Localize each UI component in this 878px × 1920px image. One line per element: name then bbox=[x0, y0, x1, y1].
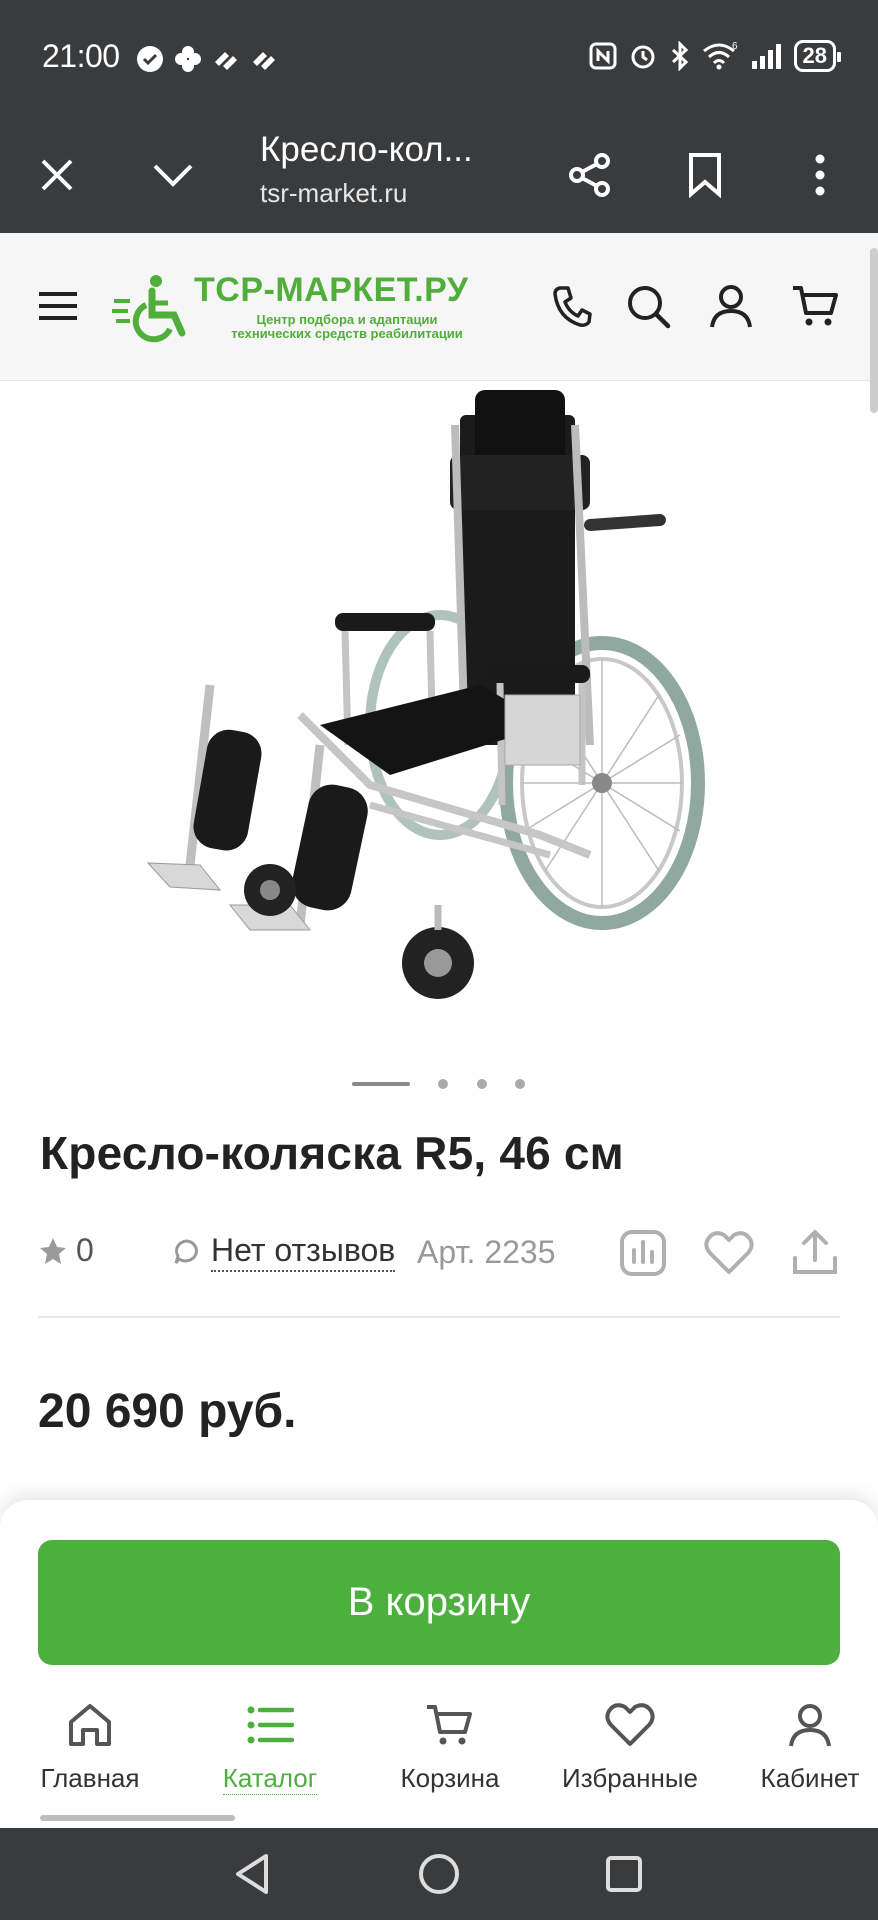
tab-home-label: Главная bbox=[40, 1763, 140, 1793]
phone-button[interactable] bbox=[544, 278, 600, 334]
page-scrollbar[interactable] bbox=[870, 248, 878, 413]
divider bbox=[38, 1316, 840, 1318]
notification-icons bbox=[135, 44, 279, 74]
logo-subtitle-line2: технических средств реабилитации bbox=[231, 326, 463, 341]
tab-catalog-label: Каталог bbox=[222, 1763, 318, 1795]
gallery-pagination bbox=[0, 1076, 878, 1089]
minimize-button[interactable] bbox=[128, 116, 218, 233]
cell-signal-icon bbox=[751, 44, 781, 69]
recents-square-icon bbox=[606, 1856, 642, 1892]
status-bar: 21:00 6 28 bbox=[0, 0, 878, 116]
user-icon bbox=[710, 285, 752, 328]
menu-button[interactable] bbox=[30, 278, 86, 334]
logo-subtitle-line1: Центр подбора и адаптации bbox=[256, 312, 438, 327]
nav-back-button[interactable] bbox=[222, 1844, 282, 1904]
browser-url[interactable]: tsr-market.ru bbox=[260, 178, 407, 209]
logo-subtitle: Центр подбора и адаптации технических ср… bbox=[202, 313, 492, 341]
rating: 0 bbox=[38, 1232, 94, 1269]
gallery-dot-3[interactable] bbox=[477, 1079, 487, 1089]
tab-account-label: Кабинет bbox=[760, 1763, 860, 1793]
gallery-dot-1[interactable] bbox=[352, 1082, 410, 1086]
site-header: ТСР-МАРКЕТ.РУ Центр подбора и адаптации … bbox=[0, 233, 878, 381]
chevron-down-icon bbox=[153, 164, 193, 187]
site-logo[interactable]: ТСР-МАРКЕТ.РУ Центр подбора и адаптации … bbox=[112, 271, 482, 345]
more-button[interactable] bbox=[775, 116, 865, 233]
bookmark-icon bbox=[689, 152, 721, 198]
cart-icon bbox=[427, 1705, 472, 1745]
system-navbar bbox=[0, 1828, 878, 1920]
wheelchair-logo-icon bbox=[112, 275, 186, 343]
tab-account[interactable]: Кабинет bbox=[725, 1695, 878, 1805]
back-triangle-icon bbox=[236, 1854, 268, 1894]
search-button[interactable] bbox=[620, 278, 676, 334]
browser-page-title[interactable]: Кресло-кол... bbox=[260, 130, 473, 170]
alarm-icon bbox=[631, 45, 655, 69]
signal-check-icon bbox=[253, 52, 275, 70]
share-icon bbox=[569, 152, 610, 197]
account-button[interactable] bbox=[703, 278, 759, 334]
compare-button[interactable] bbox=[616, 1226, 670, 1280]
reviews-label[interactable]: Нет отзывов bbox=[211, 1232, 396, 1272]
phone-icon bbox=[553, 286, 592, 327]
cart-icon bbox=[793, 286, 838, 326]
gallery-dot-4[interactable] bbox=[515, 1079, 525, 1089]
bookmark-button[interactable] bbox=[660, 116, 750, 233]
tab-home[interactable]: Главная bbox=[5, 1695, 175, 1805]
close-tab-button[interactable] bbox=[12, 116, 102, 233]
nfc-icon bbox=[589, 42, 617, 70]
tab-cart-label: Корзина bbox=[400, 1763, 500, 1793]
heart-icon bbox=[605, 1703, 655, 1746]
product-title: Кресло-коляска R5, 46 см bbox=[40, 1127, 624, 1179]
comment-icon bbox=[174, 1239, 198, 1264]
product-meta-row: 0 Нет отзывов Арт. 2235 bbox=[38, 1226, 838, 1282]
signal-check-icon bbox=[215, 52, 237, 70]
scroll-indicator bbox=[40, 1815, 235, 1821]
article-number: Арт. 2235 bbox=[417, 1234, 556, 1270]
gallery-dot-2[interactable] bbox=[438, 1079, 448, 1089]
bottom-sheet: В корзину Главная Каталог Корзина Избран… bbox=[0, 1500, 878, 1828]
tab-favorites-label: Избранные bbox=[562, 1763, 698, 1793]
tab-cart[interactable]: Корзина bbox=[365, 1695, 535, 1805]
heart-icon bbox=[704, 1231, 754, 1274]
bottom-tabbar: Главная Каталог Корзина Избранные Кабине… bbox=[0, 1695, 878, 1815]
cart-button[interactable] bbox=[787, 278, 843, 334]
clover-icon bbox=[175, 46, 201, 72]
add-to-cart-button[interactable]: В корзину bbox=[38, 1540, 840, 1665]
nav-home-button[interactable] bbox=[409, 1844, 469, 1904]
menu-icon bbox=[39, 292, 77, 320]
check-circle-icon bbox=[137, 46, 163, 72]
rating-value: 0 bbox=[76, 1232, 94, 1268]
home-circle-icon bbox=[419, 1854, 459, 1894]
close-icon bbox=[41, 159, 73, 190]
home-icon bbox=[69, 1704, 111, 1746]
system-icons: 6 28 bbox=[588, 40, 842, 72]
product-price: 20 690 руб. bbox=[38, 1385, 297, 1438]
battery-icon: 28 bbox=[793, 40, 842, 72]
wifi-6-icon: 6 bbox=[702, 41, 738, 70]
share-button[interactable] bbox=[545, 116, 635, 233]
screen: 21:00 6 28 Кресло-кол... tsr-market.ru Т… bbox=[0, 0, 878, 1920]
tab-catalog[interactable]: Каталог bbox=[185, 1695, 355, 1805]
list-icon bbox=[247, 1706, 294, 1744]
svg-text:6: 6 bbox=[732, 41, 738, 52]
share-product-button[interactable] bbox=[788, 1226, 842, 1280]
bluetooth-icon bbox=[671, 41, 688, 71]
nav-recents-button[interactable] bbox=[594, 1844, 654, 1904]
reviews-link[interactable]: Нет отзывов bbox=[173, 1232, 396, 1272]
status-time: 21:00 bbox=[42, 38, 120, 74]
star-icon bbox=[40, 1237, 66, 1264]
search-icon bbox=[628, 286, 671, 329]
browser-toolbar: Кресло-кол... tsr-market.ru bbox=[0, 116, 878, 233]
tab-favorites[interactable]: Избранные bbox=[545, 1695, 715, 1805]
upload-share-icon bbox=[793, 1230, 837, 1274]
user-icon bbox=[789, 1704, 831, 1747]
compare-icon bbox=[620, 1230, 666, 1276]
more-vert-icon bbox=[815, 154, 825, 195]
favorite-button[interactable] bbox=[702, 1226, 756, 1280]
product-image[interactable] bbox=[120, 385, 740, 1045]
logo-title: ТСР-МАРКЕТ.РУ bbox=[194, 271, 469, 309]
